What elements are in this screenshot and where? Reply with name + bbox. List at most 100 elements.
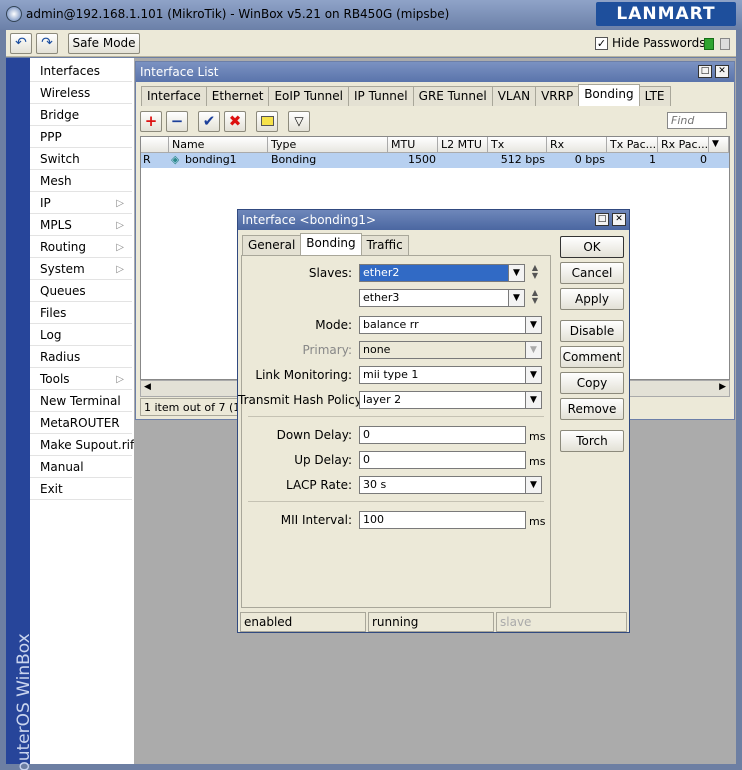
dialog-close-button[interactable]: ✕	[612, 213, 626, 226]
comment-interface-button[interactable]: Comment	[560, 346, 624, 368]
tab-interface[interactable]: Interface	[141, 86, 207, 106]
sidebar-item-log[interactable]: Log	[30, 325, 132, 346]
submenu-arrow-icon: ▷	[116, 198, 124, 209]
tab-eoip-tunnel[interactable]: EoIP Tunnel	[268, 86, 349, 106]
slave-2-dropdown[interactable]: ▼	[508, 289, 525, 307]
sidebar-item-system[interactable]: System ▷	[30, 259, 132, 280]
maximize-button[interactable]: □	[698, 65, 712, 78]
remove-interface-button[interactable]: Remove	[560, 398, 624, 420]
sidebar-item-queues[interactable]: Queues	[30, 281, 132, 302]
maximize-icon: □	[597, 214, 607, 224]
sidebar-item-interfaces[interactable]: Interfaces	[30, 61, 132, 82]
tab-gre-tunnel[interactable]: GRE Tunnel	[412, 86, 493, 106]
dialog-maximize-button[interactable]: □	[595, 213, 609, 226]
lacp-rate-dropdown[interactable]: ▼	[525, 476, 542, 494]
ok-button[interactable]: OK	[560, 236, 624, 258]
sidebar-menu: Interfaces Wireless Bridge PPP Switch Mesh IP ▷…	[30, 58, 134, 764]
sidebar-item-mesh[interactable]: Mesh	[30, 171, 132, 192]
scroll-left-icon[interactable]: ◀	[144, 382, 151, 392]
close-button[interactable]: ✕	[715, 65, 729, 78]
slave-1-updown-icon[interactable]: ▲ ▼	[529, 264, 541, 282]
mii-interval-input[interactable]: 100	[359, 511, 526, 529]
interface-dialog: Interface <bonding1> □ ✕ General Bonding T…	[237, 209, 630, 633]
lacp-rate-select[interactable]: 30 s	[359, 476, 526, 494]
sidebar-item-bridge[interactable]: Bridge	[30, 105, 132, 126]
torch-button[interactable]: Torch	[560, 430, 624, 452]
dialog-tab-general[interactable]: General	[242, 235, 302, 255]
remove-button[interactable]: −	[166, 111, 188, 132]
filter-button[interactable]: ▽	[288, 111, 310, 132]
sidebar-item-files[interactable]: Files	[30, 303, 132, 324]
down-delay-input[interactable]: 0	[359, 426, 526, 444]
mode-dropdown[interactable]: ▼	[525, 316, 542, 334]
sidebar-item-make-supout-rif[interactable]: Make Supout.rif	[30, 435, 134, 456]
table-row[interactable]: R ◈ bonding1 Bonding 1500 512 bps 0 bps …	[141, 153, 729, 168]
add-button[interactable]: +	[140, 111, 162, 132]
mode-label: Mode:	[315, 318, 352, 332]
column-header-mtu[interactable]: MTU	[388, 137, 438, 153]
column-header-name[interactable]: Name	[169, 137, 268, 153]
apply-button[interactable]: Apply	[560, 288, 624, 310]
cancel-button[interactable]: Cancel	[560, 262, 624, 284]
copy-button[interactable]: Copy	[560, 372, 624, 394]
find-input[interactable]	[667, 112, 727, 129]
tab-ethernet[interactable]: Ethernet	[205, 86, 270, 106]
redo-button[interactable]: ↷	[36, 33, 58, 54]
hide-passwords-checkbox[interactable]: ✓	[595, 36, 608, 50]
tab-lte[interactable]: LTE	[638, 86, 671, 106]
sidebar-item-wireless[interactable]: Wireless	[30, 83, 132, 104]
row-l2mtu	[438, 153, 486, 168]
hash-policy-dropdown[interactable]: ▼	[525, 391, 542, 409]
up-delay-unit: ms	[529, 455, 546, 468]
disable-interface-button[interactable]: Disable	[560, 320, 624, 342]
slave-field-1[interactable]: ether2	[359, 264, 509, 282]
hash-policy-label: Transmit Hash Policy:	[238, 393, 365, 407]
tab-vrrp[interactable]: VRRP	[535, 86, 580, 106]
connection-status-icon	[704, 38, 714, 50]
tab-bonding[interactable]: Bonding	[578, 84, 640, 106]
sidebar-item-ip[interactable]: IP ▷	[30, 193, 132, 214]
hash-policy-select[interactable]: layer 2	[359, 391, 526, 409]
sidebar-item-metarouter[interactable]: MetaROUTER	[30, 413, 132, 434]
sidebar-item-radius[interactable]: Radius	[30, 347, 132, 368]
sidebar-item-routing[interactable]: Routing ▷	[30, 237, 132, 258]
sidebar-item-label: Wireless	[40, 86, 91, 100]
dialog-tab-traffic[interactable]: Traffic	[360, 235, 409, 255]
column-header-rx-packets[interactable]: Rx Pac...	[658, 137, 709, 153]
mode-select[interactable]: balance rr	[359, 316, 526, 334]
scroll-right-icon[interactable]: ▶	[719, 382, 726, 392]
slave-field-2[interactable]: ether3	[359, 289, 509, 307]
slave-1-dropdown[interactable]: ▼	[508, 264, 525, 282]
sidebar-item-new-terminal[interactable]: New Terminal	[30, 391, 132, 412]
column-header-tx[interactable]: Tx	[488, 137, 547, 153]
up-delay-input[interactable]: 0	[359, 451, 526, 469]
tab-vlan[interactable]: VLAN	[491, 86, 537, 106]
column-header-l2mtu[interactable]: L2 MTU	[438, 137, 488, 153]
tab-ip-tunnel[interactable]: IP Tunnel	[348, 86, 414, 106]
sidebar-item-switch[interactable]: Switch	[30, 149, 132, 170]
sidebar-item-exit[interactable]: Exit	[30, 479, 132, 500]
primary-label: Primary:	[302, 343, 352, 357]
comment-button[interactable]	[256, 111, 278, 132]
link-monitoring-dropdown[interactable]: ▼	[525, 366, 542, 384]
secure-status-icon	[720, 38, 730, 50]
disable-button[interactable]: ✖	[224, 111, 246, 132]
sidebar-item-ppp[interactable]: PPP	[30, 127, 132, 148]
column-header-type[interactable]: Type	[268, 137, 388, 153]
column-header-rx[interactable]: Rx	[547, 137, 607, 153]
column-header-tx-packets[interactable]: Tx Pac...	[607, 137, 658, 153]
sidebar-item-mpls[interactable]: MPLS ▷	[30, 215, 132, 236]
sidebar-brand-band: RouterOS WinBox	[6, 58, 34, 770]
link-monitoring-select[interactable]: mii type 1	[359, 366, 526, 384]
hide-passwords-toggle[interactable]: ✓ Hide Passwords	[595, 36, 705, 50]
submenu-arrow-icon: ▷	[116, 264, 124, 275]
safe-mode-button[interactable]: Safe Mode	[68, 33, 140, 54]
undo-button[interactable]: ↶	[10, 33, 32, 54]
dialog-tab-bonding[interactable]: Bonding	[300, 233, 362, 255]
slave-2-updown-icon[interactable]: ▲ ▼	[529, 289, 541, 307]
close-icon: ✕	[615, 214, 623, 224]
column-menu-button[interactable]: ▼	[709, 137, 729, 153]
enable-button[interactable]: ✔	[198, 111, 220, 132]
sidebar-item-tools[interactable]: Tools ▷	[30, 369, 132, 390]
sidebar-item-manual[interactable]: Manual	[30, 457, 132, 478]
